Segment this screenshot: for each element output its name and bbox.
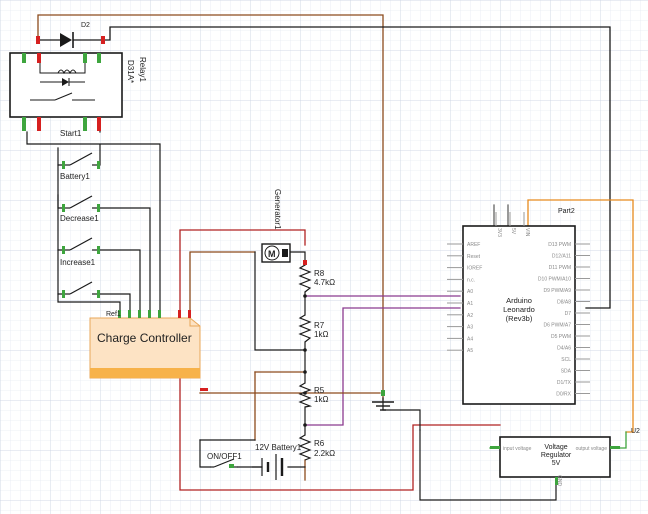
u2-label: U2	[631, 428, 640, 435]
arduino-pin-label: VIN	[524, 228, 530, 237]
r6-value: 2.2kΩ	[314, 449, 335, 458]
relay-part: D31A*	[126, 60, 135, 83]
arduino-pin-label: SDA	[561, 369, 572, 375]
arduino-pin-label: D10 PWM/A10	[538, 277, 571, 283]
motor-glyph: M	[268, 249, 276, 259]
circuit-schematic: D2 Relay1 D31A* Start1 Battery1 Decrease…	[0, 0, 648, 514]
arduino-pin-label: D1/TX	[557, 380, 572, 386]
arduino-pin-label: A3	[467, 325, 473, 331]
r8-value: 4.7kΩ	[314, 278, 335, 287]
arduino-pin-label: IOREF	[467, 266, 482, 272]
arduino-pin-label: D9 PWM/A9	[543, 288, 571, 294]
arduino-pin-label: D7	[565, 311, 572, 317]
switch-increase-label: Increase1	[60, 258, 96, 267]
arduino-pin-label: n.c.	[467, 277, 475, 283]
arduino-board[interactable]: Arduino Leonardo (Rev3b) AREF Reset IOREF n…	[447, 208, 590, 405]
arduino-pin-label: D5 PWM	[551, 334, 571, 340]
arduino-pin-label: A0	[467, 289, 473, 295]
regulator-title-3: 5V	[552, 460, 561, 467]
arduino-pin-label: D6 PWM/A7	[543, 323, 571, 329]
switch-start-label: Start1	[60, 129, 82, 138]
arduino-pin-label: A2	[467, 313, 473, 319]
arduino-title-3: (Rev3b)	[506, 314, 533, 323]
arduino-pin-label: AREF	[467, 242, 480, 248]
r5-name: R5	[314, 386, 325, 395]
ref-label: Ref1	[106, 311, 121, 318]
power-switch-label: ON/OFF1	[207, 452, 242, 461]
r5-value: 1kΩ	[314, 395, 328, 404]
r7-value: 1kΩ	[314, 330, 328, 339]
switch-battery-label: Battery1	[60, 172, 90, 181]
charge-controller-label: Charge Controller	[97, 331, 192, 345]
arduino-title-2: Leonardo	[503, 305, 535, 314]
battery-label: 12V Battery1	[255, 443, 302, 452]
relay-name: Relay1	[138, 57, 147, 82]
arduino-pin-label: A1	[467, 301, 473, 307]
generator-label: Generator1	[273, 189, 282, 230]
arduino-pin-label: Reset	[467, 254, 481, 260]
arduino-pin-label: A5	[467, 348, 473, 354]
regulator-in-label: input voltage	[503, 446, 532, 452]
arduino-pin-label: D0/RX	[556, 392, 571, 398]
arduino-pin-label: 3V3	[496, 228, 502, 237]
arduino-pin-label: D11 PWM	[549, 265, 571, 271]
arduino-pin-label: D8/A8	[557, 300, 571, 306]
arduino-pin-label: A4	[467, 336, 473, 342]
regulator-title-2: Regulator	[541, 452, 572, 459]
arduino-pin-label: D12/A11	[552, 254, 571, 260]
part2-label: Part2	[558, 208, 575, 215]
r6-name: R6	[314, 439, 325, 448]
switch-decrease-label: Decrease1	[60, 214, 99, 223]
arduino-pin-label: 5V	[510, 228, 516, 235]
regulator-out-label: output voltage	[576, 446, 608, 452]
r8-name: R8	[314, 269, 325, 278]
arduino-pin-label: D13 PWM	[548, 242, 571, 248]
regulator-title-1: Voltage	[544, 444, 567, 451]
arduino-title-1: Arduino	[506, 296, 532, 305]
r7-name: R7	[314, 321, 325, 330]
arduino-pin-label: D4/A6	[557, 346, 571, 352]
diode-label: D2	[81, 22, 90, 29]
arduino-pin-label: SCL	[561, 357, 571, 363]
